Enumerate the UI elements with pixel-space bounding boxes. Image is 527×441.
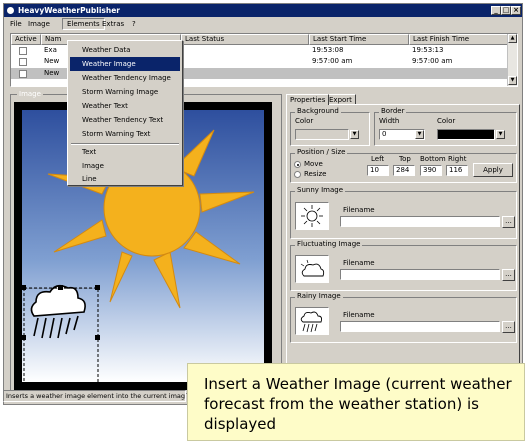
elements-dropdown-menu: Weather Data Weather Image Weather Tende…: [67, 40, 183, 186]
background-color-label: Color: [295, 117, 314, 125]
main-window: HeavyWeatherPublisher _ □ × File Image E…: [3, 3, 523, 405]
tab-properties[interactable]: Properties: [286, 94, 330, 105]
fluctuating-preview: [295, 255, 329, 283]
rainy-image-title: Rainy Image: [295, 292, 343, 300]
row-active-checkbox[interactable]: [19, 47, 27, 55]
border-color-dropdown-icon[interactable]: ▼: [496, 130, 505, 139]
menu-item-storm-warning-image[interactable]: Storm Warning Image: [70, 85, 180, 99]
resize-label: Resize: [304, 170, 327, 178]
rainy-preview: [295, 307, 329, 335]
background-color-swatch[interactable]: [295, 129, 349, 140]
fluctuating-image-title: Fluctuating Image: [295, 240, 363, 248]
border-color-swatch[interactable]: [437, 129, 495, 140]
fluctuating-browse-button[interactable]: ...: [502, 269, 515, 281]
right-label: Right: [448, 155, 467, 163]
menu-bar: File Image Elements Extras ?: [4, 18, 522, 30]
col-header-last-status[interactable]: Last Status: [181, 34, 309, 45]
border-group: Border Width 0 ▼ Color ▼: [374, 107, 517, 146]
background-color-dropdown-icon[interactable]: ▼: [350, 130, 359, 139]
border-color-label: Color: [437, 117, 456, 125]
rainy-image-group: Rainy Image Filename ...: [290, 292, 517, 343]
menu-file[interactable]: File: [6, 18, 26, 30]
fluctuating-image-group: Fluctuating Image Filename ...: [290, 240, 517, 291]
scroll-up-arrow-icon[interactable]: ▲: [508, 34, 517, 43]
position-size-title: Position / Size: [295, 148, 348, 156]
close-button[interactable]: ×: [511, 6, 521, 15]
menu-help[interactable]: ?: [128, 18, 140, 30]
fluctuating-filename-label: Filename: [343, 259, 375, 267]
row-name[interactable]: Exa: [41, 45, 57, 56]
col-header-last-finish[interactable]: Last Finish Time: [409, 34, 509, 45]
move-radio[interactable]: [294, 161, 301, 168]
fluctuating-filename-input[interactable]: [340, 269, 500, 280]
menu-item-storm-warning-text[interactable]: Storm Warning Text: [70, 127, 180, 141]
menu-item-weather-text[interactable]: Weather Text: [70, 99, 180, 113]
top-input[interactable]: 284: [393, 165, 415, 176]
position-size-group: Position / Size Move Resize Left 10 Top …: [290, 148, 517, 183]
row-start-time: 19:53:08: [312, 46, 344, 54]
app-icon: [7, 7, 14, 14]
sunny-image-title: Sunny Image: [295, 186, 346, 194]
rainy-browse-button[interactable]: ...: [502, 321, 515, 333]
background-group: Background Color ▼: [290, 107, 370, 146]
row-active-checkbox[interactable]: [19, 58, 27, 66]
border-width-dropdown-icon[interactable]: ▼: [415, 130, 424, 139]
resize-radio[interactable]: [294, 171, 301, 178]
properties-tab-panel: Background Color ▼ Border Width 0 ▼ Colo…: [286, 104, 520, 397]
rainy-filename-label: Filename: [343, 311, 375, 319]
rain-cloud-icon: [300, 311, 323, 333]
bottom-label: Bottom: [420, 155, 446, 163]
border-title: Border: [379, 107, 407, 115]
left-input[interactable]: 10: [367, 165, 389, 176]
row-active-checkbox[interactable]: [19, 70, 27, 78]
row-name[interactable]: New: [41, 56, 59, 67]
sunny-browse-button[interactable]: ...: [502, 216, 515, 228]
window-title: HeavyWeatherPublisher: [18, 6, 121, 15]
properties-panel: Properties Export Background Color ▼ Bor…: [286, 94, 520, 397]
sunny-filename-input[interactable]: [340, 216, 500, 227]
background-title: Background: [295, 107, 341, 115]
right-input[interactable]: 116: [446, 165, 468, 176]
grid-scrollbar[interactable]: ▲ ▼: [507, 34, 517, 86]
scroll-down-arrow-icon[interactable]: ▼: [508, 76, 517, 85]
menu-item-weather-tendency-text[interactable]: Weather Tendency Text: [70, 113, 180, 127]
sunny-image-group: Sunny Image Filename ...: [290, 186, 517, 239]
sun-outline-icon: [301, 205, 323, 227]
col-header-last-start[interactable]: Last Start Time: [309, 34, 409, 45]
border-width-label: Width: [379, 117, 400, 125]
cloud-sun-icon: [300, 259, 325, 277]
rainy-filename-input[interactable]: [340, 321, 500, 332]
row-finish-time: 9:57:00 am: [412, 57, 453, 65]
left-label: Left: [371, 155, 385, 163]
bottom-input[interactable]: 390: [420, 165, 442, 176]
row-start-time: 9:57:00 am: [312, 57, 353, 65]
menu-item-text[interactable]: Text: [70, 145, 180, 159]
tooltip-callout: Insert a Weather Image (current weather …: [187, 363, 525, 441]
menu-item-line[interactable]: Line: [70, 173, 180, 185]
minimize-button[interactable]: _: [491, 6, 501, 15]
top-label: Top: [399, 155, 411, 163]
menu-item-image[interactable]: Image: [70, 159, 180, 173]
menu-item-weather-data[interactable]: Weather Data: [70, 43, 180, 57]
menu-item-weather-image[interactable]: Weather Image: [70, 57, 180, 71]
menu-item-weather-tendency-image[interactable]: Weather Tendency Image: [70, 71, 180, 85]
move-label: Move: [304, 160, 323, 168]
maximize-button[interactable]: □: [501, 6, 511, 15]
status-bar: Inserts a weather image element into the…: [3, 390, 186, 402]
col-header-active[interactable]: Active: [11, 34, 41, 45]
apply-button[interactable]: Apply: [473, 163, 513, 177]
menu-extras[interactable]: Extras: [98, 18, 128, 30]
title-bar[interactable]: HeavyWeatherPublisher _ □ ×: [4, 4, 522, 17]
sunny-preview: [295, 202, 329, 230]
sunny-filename-label: Filename: [343, 206, 375, 214]
menu-image[interactable]: Image: [24, 18, 54, 30]
row-name[interactable]: New: [41, 68, 59, 79]
row-finish-time: 19:53:13: [412, 46, 444, 54]
image-group-label: Image: [17, 90, 43, 98]
